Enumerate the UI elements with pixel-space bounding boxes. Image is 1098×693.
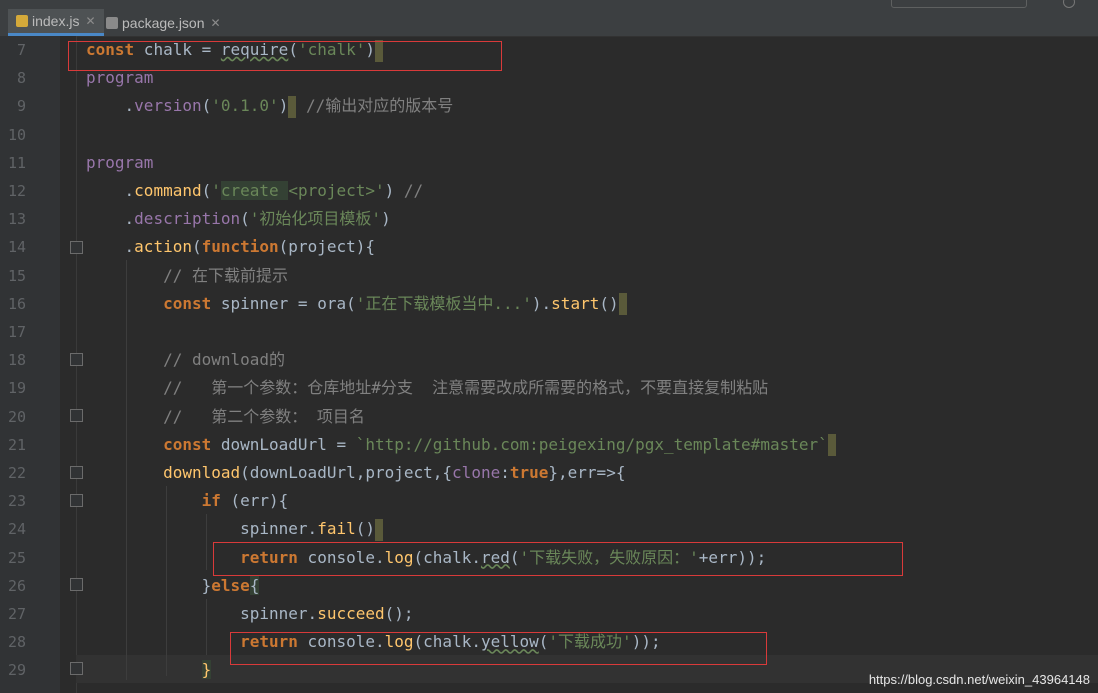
fold-marker-icon[interactable]: [70, 494, 83, 507]
code-line[interactable]: 14 .action(function(project){: [0, 233, 1098, 261]
tab-label: index.js: [32, 13, 80, 29]
code-text[interactable]: .action(function(project){: [86, 233, 375, 261]
line-number: 11: [7, 153, 26, 172]
line-number: 26: [7, 576, 26, 595]
code-text[interactable]: }: [86, 656, 212, 684]
line-number: 12: [7, 182, 26, 200]
code-line[interactable]: 22 download(downLoadUrl,project,{clone:t…: [0, 459, 1098, 487]
code-line[interactable]: 15 // 在下载前提示: [0, 262, 1098, 290]
annotation-box-require: [68, 41, 502, 71]
json-file-icon: [106, 16, 118, 29]
code-text[interactable]: .description('初始化项目模板'): [86, 205, 391, 233]
line-number: 18: [7, 351, 26, 370]
fold-marker-icon[interactable]: [70, 466, 83, 479]
tab-package-json[interactable]: package.json ✕: [98, 9, 229, 36]
code-line[interactable]: 12 .command('create <project>') //: [0, 177, 1098, 205]
code-line[interactable]: 21 const downLoadUrl = `http://github.co…: [0, 431, 1098, 459]
line-number: 22: [7, 464, 26, 482]
code-text[interactable]: // 第二个参数： 项目名: [86, 403, 365, 431]
line-number: 13: [7, 210, 26, 229]
code-line[interactable]: 11 program: [0, 149, 1098, 177]
run-icon[interactable]: [1063, 0, 1075, 8]
code-text[interactable]: const downLoadUrl = `http://github.com:p…: [86, 431, 836, 459]
code-line[interactable]: 16 const spinner = ora('正在下载模板当中...').st…: [0, 290, 1098, 318]
line-number: 25: [7, 548, 26, 567]
annotation-box-success-log: [230, 632, 767, 665]
line-number: 27: [7, 605, 26, 623]
line-number: 8: [16, 69, 26, 88]
annotation-box-error-log: [213, 542, 903, 576]
line-number: 20: [7, 407, 26, 426]
code-text[interactable]: // 第一个参数：仓库地址#分支 注意需要改成所需要的格式，不要直接复制粘贴: [86, 374, 768, 402]
fold-marker-icon[interactable]: [70, 409, 83, 422]
close-icon[interactable]: ✕: [85, 14, 95, 28]
code-text[interactable]: program: [86, 149, 153, 177]
code-text[interactable]: // download的: [86, 346, 285, 374]
code-text[interactable]: if (err){: [86, 487, 289, 515]
code-line[interactable]: 9 .version('0.1.0') //输出对应的版本号: [0, 92, 1098, 120]
code-text[interactable]: .command('create <project>') //: [86, 177, 423, 205]
line-number: 19: [7, 379, 26, 398]
code-line[interactable]: 18 // download的: [0, 346, 1098, 374]
tab-label: package.json: [122, 14, 205, 31]
line-number: 29: [7, 661, 26, 680]
line-number: 7: [16, 41, 26, 59]
fold-marker-icon[interactable]: [70, 578, 83, 591]
code-line[interactable]: 20 // 第二个参数： 项目名: [0, 403, 1098, 431]
line-number: 16: [7, 294, 26, 313]
line-number: 10: [7, 125, 26, 144]
code-line[interactable]: 27 spinner.succeed();: [0, 600, 1098, 628]
fold-marker-icon[interactable]: [70, 662, 83, 675]
code-line[interactable]: 24 spinner.fail(): [0, 515, 1098, 543]
line-number: 9: [16, 97, 26, 116]
fold-marker-icon[interactable]: [70, 241, 83, 254]
code-text[interactable]: .version('0.1.0') //输出对应的版本号: [86, 92, 453, 120]
close-icon[interactable]: ✕: [211, 16, 221, 30]
code-line[interactable]: 19 // 第一个参数：仓库地址#分支 注意需要改成所需要的格式，不要直接复制粘…: [0, 374, 1098, 402]
code-line[interactable]: 10: [0, 121, 1098, 149]
line-number: 17: [7, 323, 26, 341]
line-number: 28: [7, 633, 26, 652]
watermark-text: https://blog.csdn.net/weixin_43964148: [868, 672, 1090, 687]
tab-index-js[interactable]: index.js ✕: [8, 9, 104, 36]
javascript-file-icon: [16, 15, 28, 27]
line-number: 23: [7, 492, 26, 511]
run-configuration-selector[interactable]: [891, 0, 1027, 8]
line-number: 15: [7, 266, 26, 285]
fold-marker-icon[interactable]: [70, 353, 83, 366]
code-text[interactable]: // 在下载前提示: [86, 262, 288, 290]
line-number: 14: [7, 238, 26, 257]
editor-tab-bar: index.js ✕ package.json ✕: [0, 0, 1098, 37]
code-text[interactable]: spinner.succeed();: [86, 600, 413, 628]
code-text[interactable]: const spinner = ora('正在下载模板当中...').start…: [86, 290, 627, 318]
line-number: 24: [7, 520, 26, 539]
code-line[interactable]: 13 .description('初始化项目模板'): [0, 205, 1098, 233]
code-text[interactable]: spinner.fail(): [86, 515, 383, 543]
code-text[interactable]: download(downLoadUrl,project,{clone:true…: [86, 459, 625, 487]
line-number: 21: [7, 435, 26, 454]
code-line[interactable]: 23 if (err){: [0, 487, 1098, 515]
code-line[interactable]: 17: [0, 318, 1098, 346]
